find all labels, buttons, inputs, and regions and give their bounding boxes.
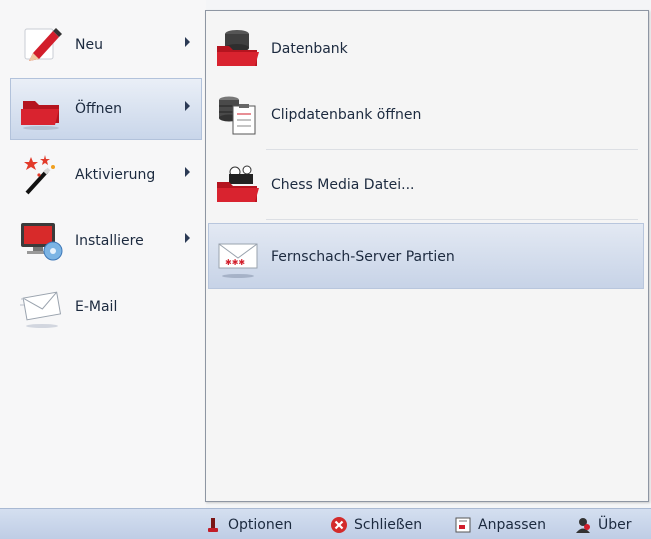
separator — [266, 149, 638, 150]
submenu-item-chess-media[interactable]: Chess Media Datei... — [208, 151, 644, 217]
magic-wand-icon — [19, 153, 65, 197]
pencil-icon — [19, 23, 65, 67]
menu-item-installiere[interactable]: Installiere — [10, 210, 202, 272]
options-button[interactable]: Optionen — [204, 515, 292, 535]
footer-item-label: Optionen — [228, 517, 293, 533]
separator — [266, 219, 638, 220]
menu-item-label: Aktivierung — [75, 167, 156, 183]
submenu-arrow-icon — [185, 101, 190, 111]
submenu-item-datenbank[interactable]: Datenbank — [208, 15, 644, 81]
submenu-item-label: Chess Media Datei... — [271, 177, 415, 193]
left-menu: Neu Öffnen Aktivierung Installiere E-Mai… — [0, 0, 206, 508]
submenu-item-clipdatenbank[interactable]: Clipdatenbank öffnen — [208, 81, 644, 147]
customize-button[interactable]: Anpassen — [454, 515, 546, 535]
about-icon — [574, 516, 592, 534]
submenu-panel: Datenbank Clipdatenbank öffnen Chess Med… — [205, 10, 649, 502]
menu-item-oeffnen[interactable]: Öffnen — [10, 78, 202, 140]
envelope-icon — [19, 285, 65, 329]
database-folder-icon — [215, 26, 263, 72]
options-icon — [204, 516, 222, 534]
install-monitor-icon — [19, 219, 65, 263]
close-icon — [330, 516, 348, 534]
menu-item-label: E-Mail — [75, 299, 118, 315]
submenu-arrow-icon — [185, 167, 190, 177]
menu-item-label: Installiere — [75, 233, 144, 249]
submenu-arrow-icon — [185, 37, 190, 47]
submenu-item-fernschach-server[interactable]: ✱✱✱ Fernschach-Server Partien — [208, 223, 644, 289]
submenu-item-label: Clipdatenbank öffnen — [271, 107, 422, 123]
chess-media-icon — [215, 162, 263, 208]
footer-item-label: Anpassen — [478, 517, 546, 533]
clip-database-icon — [215, 92, 263, 138]
menu-item-label: Öffnen — [75, 101, 123, 117]
submenu-item-label: Datenbank — [271, 41, 348, 57]
footer-item-label: Über — [598, 517, 632, 533]
close-button[interactable]: Schließen — [330, 515, 422, 535]
about-button[interactable]: Über — [574, 515, 632, 535]
submenu-arrow-icon — [185, 233, 190, 243]
submenu-item-label: Fernschach-Server Partien — [271, 249, 455, 265]
chess-server-envelope-icon: ✱✱✱ — [215, 234, 263, 280]
folder-icon — [19, 87, 65, 131]
svg-text:✱✱✱: ✱✱✱ — [225, 258, 245, 267]
footer-item-label: Schließen — [354, 517, 423, 533]
customize-icon — [454, 516, 472, 534]
menu-footer: Optionen Schließen Anpassen Über — [0, 508, 651, 539]
file-menu: Neu Öffnen Aktivierung Installiere E-Mai… — [0, 0, 651, 539]
menu-item-aktivierung[interactable]: Aktivierung — [10, 144, 202, 206]
menu-item-neu[interactable]: Neu — [10, 14, 202, 76]
menu-item-label: Neu — [75, 37, 103, 53]
menu-item-email[interactable]: E-Mail — [10, 276, 202, 338]
